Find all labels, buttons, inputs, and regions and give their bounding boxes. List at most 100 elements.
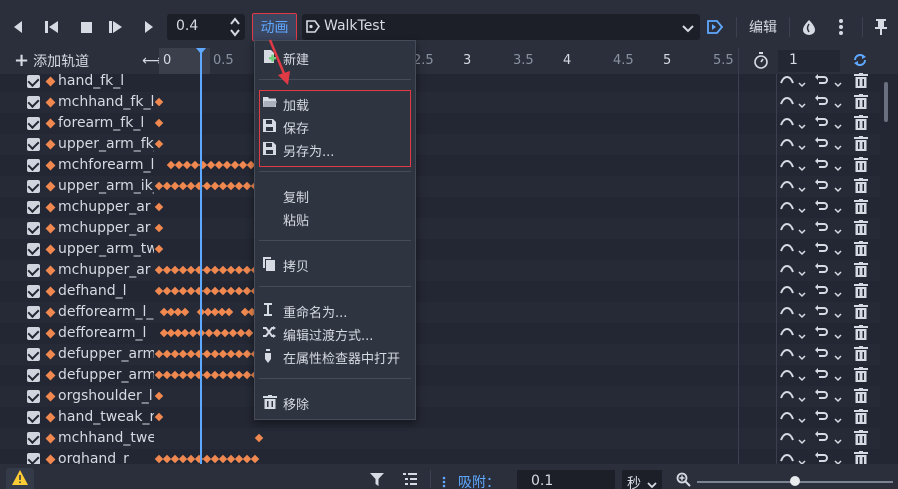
interpolation-icon[interactable]: [780, 241, 794, 256]
trash-icon[interactable]: [854, 136, 868, 154]
chevron-down-icon[interactable]: [798, 266, 806, 280]
interpolation-icon[interactable]: [780, 304, 794, 319]
track-row[interactable]: defupper_arm: [0, 365, 880, 386]
loop-wrap-icon[interactable]: [814, 262, 828, 277]
chevron-down-icon[interactable]: [798, 308, 806, 322]
chevron-down-icon[interactable]: [798, 119, 806, 133]
track-row[interactable]: forearm_fk_l: [0, 113, 880, 134]
chevron-down-icon[interactable]: [798, 371, 806, 385]
play-from-start-icon[interactable]: [106, 14, 126, 40]
keyframe-lane[interactable]: [154, 370, 756, 380]
keyframe-lane[interactable]: [156, 78, 756, 85]
chevron-down-icon[interactable]: [798, 413, 806, 427]
keyframe-lane[interactable]: [154, 244, 756, 254]
animation-select[interactable]: WalkTest: [302, 14, 700, 40]
chevron-down-icon[interactable]: [834, 392, 842, 406]
trash-icon[interactable]: [854, 241, 868, 259]
track-enabled-checkbox[interactable]: [27, 306, 40, 319]
loop-wrap-icon[interactable]: [814, 241, 828, 256]
track-row[interactable]: defupper_arm: [0, 344, 880, 365]
trash-icon[interactable]: [854, 262, 868, 280]
track-row[interactable]: upper_arm_ik_: [0, 176, 880, 197]
keyframe-lane[interactable]: [154, 391, 756, 401]
track-enabled-checkbox[interactable]: [27, 180, 40, 193]
vertical-scrollbar[interactable]: [884, 82, 888, 122]
trash-icon[interactable]: [854, 388, 868, 406]
menu-item-open-in-inspector[interactable]: 在属性检查器中打开: [255, 345, 415, 367]
chevron-down-icon[interactable]: [834, 245, 842, 259]
keyframe-lane[interactable]: [154, 349, 756, 359]
menu-item-duplicate[interactable]: 拷贝: [255, 253, 415, 275]
keyframe-lane[interactable]: [154, 139, 756, 149]
loop-wrap-icon[interactable]: [814, 325, 828, 340]
loop-wrap-icon[interactable]: [814, 136, 828, 151]
spinner-icon[interactable]: [229, 16, 243, 38]
onion-skin-icon[interactable]: [798, 14, 820, 40]
loop-wrap-icon[interactable]: [814, 73, 828, 88]
trash-icon[interactable]: [854, 73, 868, 91]
track-row[interactable]: mchhand_twe: [0, 428, 880, 449]
loop-wrap-icon[interactable]: [814, 199, 828, 214]
chevron-down-icon[interactable]: [834, 119, 842, 133]
trash-icon[interactable]: [854, 220, 868, 238]
keyframe[interactable]: [154, 391, 164, 401]
interpolation-icon[interactable]: [780, 136, 794, 151]
chevron-down-icon[interactable]: [798, 98, 806, 112]
menu-item-rename[interactable]: 重命名为...: [255, 299, 415, 321]
interpolation-icon[interactable]: [780, 73, 794, 88]
pin-icon[interactable]: [870, 14, 892, 40]
keyframe[interactable]: [244, 328, 254, 338]
chevron-down-icon[interactable]: [834, 161, 842, 175]
loop-wrap-icon[interactable]: [814, 430, 828, 445]
chevron-down-icon[interactable]: [834, 308, 842, 322]
loop-wrap-icon[interactable]: [814, 409, 828, 424]
animation-length-input[interactable]: 1: [778, 50, 840, 72]
keyframe-lane[interactable]: [154, 181, 756, 191]
keyframe-lane[interactable]: [154, 223, 756, 233]
chevron-down-icon[interactable]: [798, 434, 806, 448]
keyframe[interactable]: [154, 139, 164, 149]
track-row[interactable]: mchupper_ar: [0, 197, 880, 218]
track-row[interactable]: mchupper_ar: [0, 260, 880, 281]
keyframe-lane[interactable]: [154, 118, 756, 128]
trash-icon[interactable]: [854, 346, 868, 364]
interpolation-icon[interactable]: [780, 346, 794, 361]
keyframe[interactable]: [154, 223, 164, 233]
chevron-down-icon[interactable]: [834, 182, 842, 196]
chevron-down-icon[interactable]: [834, 287, 842, 301]
keyframe[interactable]: [250, 454, 260, 464]
filter-icon[interactable]: [370, 473, 384, 489]
chevron-down-icon[interactable]: [834, 413, 842, 427]
track-enabled-checkbox[interactable]: [27, 390, 40, 403]
keyframe[interactable]: [154, 202, 164, 212]
chevron-down-icon[interactable]: [798, 245, 806, 259]
track-enabled-checkbox[interactable]: [27, 327, 40, 340]
interpolation-icon[interactable]: [780, 388, 794, 403]
trash-icon[interactable]: [854, 304, 868, 322]
chevron-down-icon[interactable]: [834, 203, 842, 217]
keyframe[interactable]: [154, 97, 164, 107]
chevron-down-icon[interactable]: [798, 329, 806, 343]
trash-icon[interactable]: [854, 409, 868, 427]
track-row[interactable]: defhand_l: [0, 281, 880, 302]
track-enabled-checkbox[interactable]: [27, 117, 40, 130]
chevron-down-icon[interactable]: [834, 350, 842, 364]
menu-item-paste[interactable]: 粘贴: [255, 207, 415, 229]
chevron-down-icon[interactable]: [798, 350, 806, 364]
chevron-down-icon[interactable]: [834, 434, 842, 448]
snap-unit-select[interactable]: 秒: [622, 470, 662, 489]
keyframe-lane[interactable]: [156, 307, 756, 317]
keyframe-lane[interactable]: [154, 202, 756, 212]
playhead-handle[interactable]: [196, 48, 206, 54]
loop-wrap-icon[interactable]: [814, 367, 828, 382]
interpolation-icon[interactable]: [780, 94, 794, 109]
stop-icon[interactable]: [76, 14, 96, 40]
list-icon[interactable]: [403, 473, 417, 489]
track-row[interactable]: defforearm_l: [0, 323, 880, 344]
track-enabled-checkbox[interactable]: [27, 432, 40, 445]
chevron-down-icon[interactable]: [798, 140, 806, 154]
trash-icon[interactable]: [854, 325, 868, 343]
keyframe[interactable]: [154, 118, 164, 128]
loop-wrap-icon[interactable]: [814, 157, 828, 172]
track-enabled-checkbox[interactable]: [27, 222, 40, 235]
